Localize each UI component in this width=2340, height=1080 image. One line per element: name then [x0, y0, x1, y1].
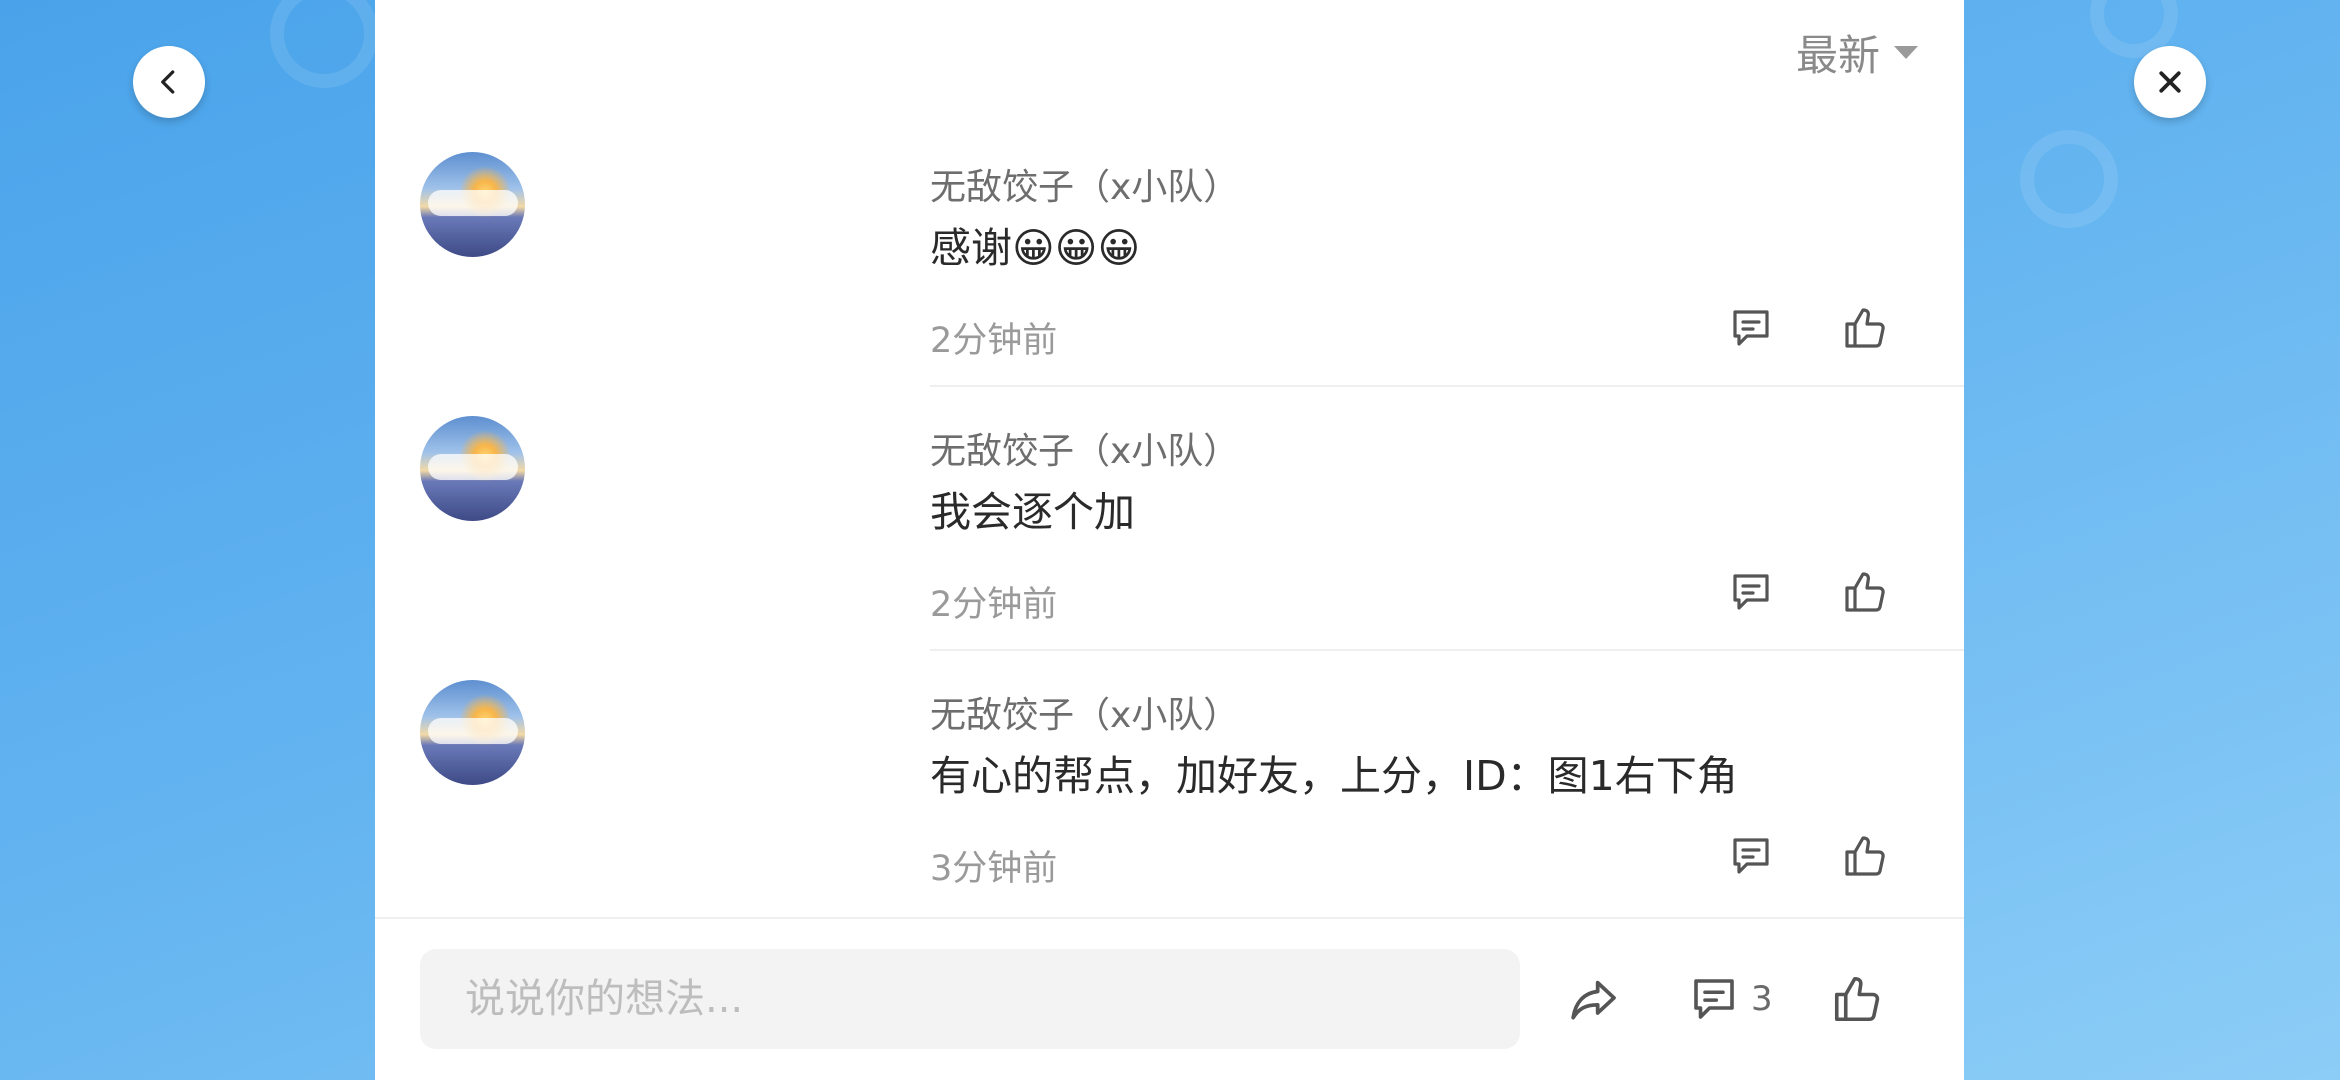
comment-username[interactable]: 无敌饺子（x小队）	[930, 158, 1239, 210]
comment-input[interactable]	[420, 949, 1520, 1049]
like-button[interactable]	[1835, 826, 1895, 886]
comment-time: 3分钟前	[930, 849, 1058, 889]
comment-item: 无敌饺子（x小队） 感谢😀😀😀 2分钟前	[375, 0, 1964, 387]
comment-count: 3	[1751, 979, 1773, 1019]
avatar[interactable]	[420, 152, 525, 257]
background-decoration	[2020, 130, 2118, 228]
thumbs-up-icon	[1834, 976, 1880, 1022]
bottom-action-bar: 3	[375, 917, 1964, 1080]
comment-icon	[1733, 838, 1769, 874]
comment-item: 无敌饺子（x小队） 有心的帮点，加好友，上分，ID：图1右下角 3分钟前	[375, 528, 1964, 889]
background-decoration	[270, 0, 378, 88]
comments-count-button[interactable]: 3	[1687, 967, 1773, 1031]
comment-username[interactable]: 无敌饺子（x小队）	[930, 686, 1239, 738]
chevron-left-icon	[161, 70, 175, 94]
reply-button[interactable]	[1721, 826, 1781, 886]
comments-panel: 最新 无敌饺子（x小队） 感谢😀😀😀 2分钟前 无敌饺子（x小队） 我会逐个加 …	[375, 0, 1964, 1080]
close-button[interactable]	[2134, 46, 2206, 118]
comment-item: 无敌饺子（x小队） 我会逐个加 2分钟前	[375, 264, 1964, 651]
share-icon	[1571, 980, 1616, 1020]
comment-icon	[1694, 979, 1734, 1019]
close-icon	[2159, 71, 2181, 93]
avatar[interactable]	[420, 416, 525, 521]
comment-username[interactable]: 无敌饺子（x小队）	[930, 422, 1239, 474]
thumbs-up-icon	[1845, 836, 1885, 876]
comment-text: 有心的帮点，加好友，上分，ID：图1右下角	[930, 752, 1738, 800]
avatar[interactable]	[420, 680, 525, 785]
share-button[interactable]	[1565, 967, 1621, 1031]
like-post-button[interactable]	[1830, 967, 1884, 1031]
back-button[interactable]	[133, 46, 205, 118]
